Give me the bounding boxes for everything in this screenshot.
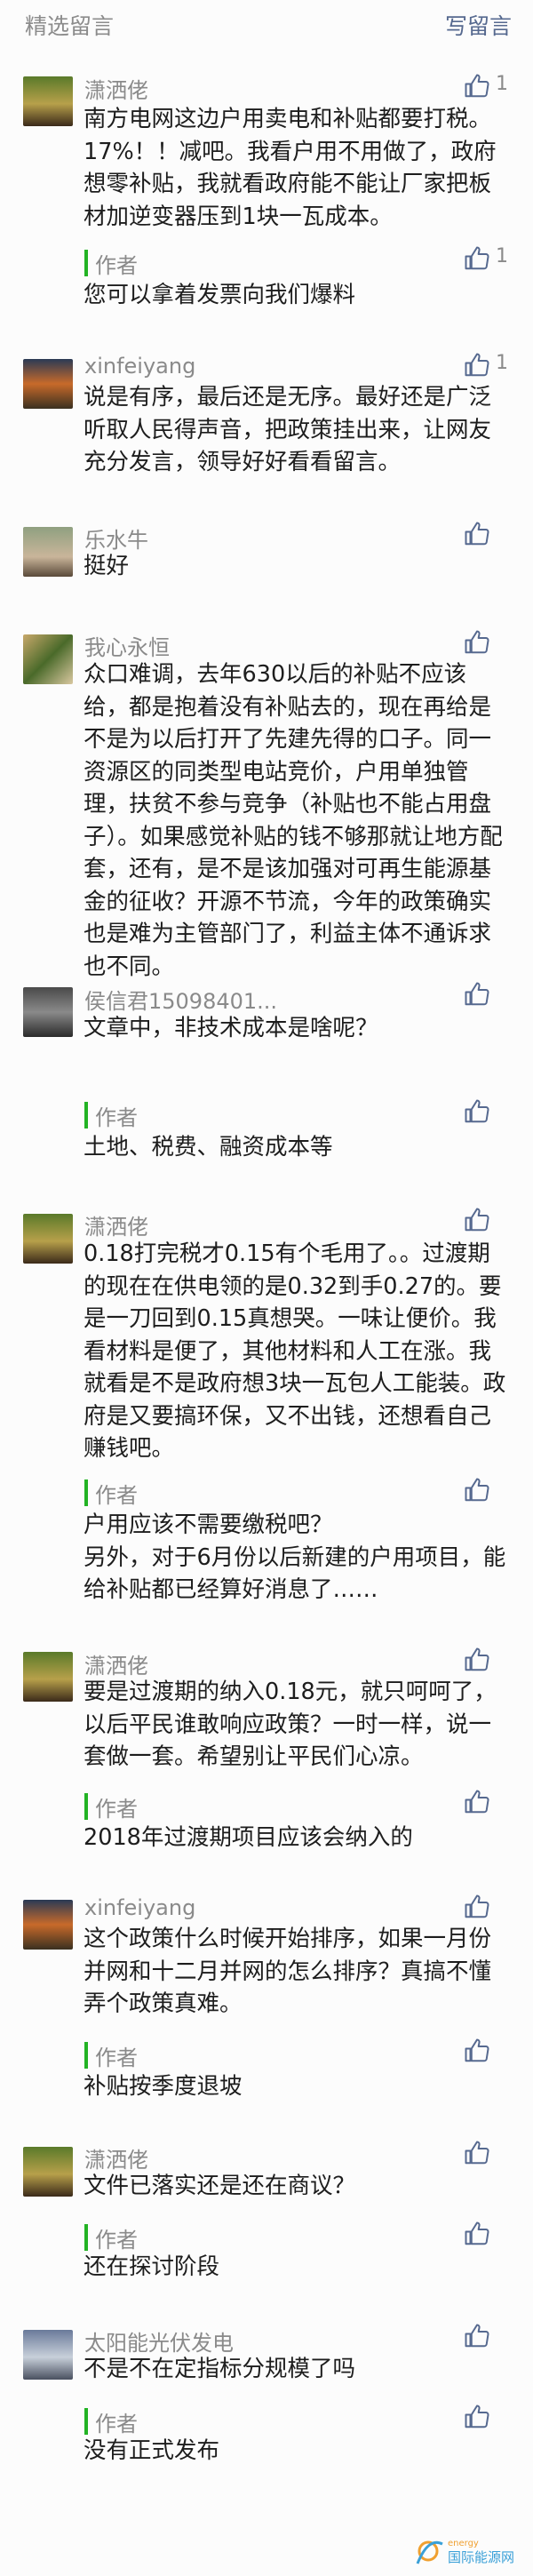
watermark-text: 国际能源网	[448, 2549, 514, 2565]
author-label: 作者	[95, 253, 138, 278]
comment-text: 要是过渡期的纳入0.18元，就只呵呵了，以后平民谁敢响应政策？一时一样，说一套做…	[84, 1679, 497, 1770]
watermark-brand: energy	[448, 2539, 479, 2548]
like-icon[interactable]	[464, 1207, 490, 1233]
author-reply-bar	[84, 1793, 88, 1820]
author-reply-text: 户用应该不需要缴税吧？ 另外，对于6月份以后新建的户用项目，能给补贴都已经算好消…	[84, 1511, 506, 1603]
comment-text: 不是不在定指标分规模了吗	[84, 2356, 356, 2382]
comment-text: 文件已落实还是还在商议？	[84, 2173, 356, 2199]
commenter-name[interactable]: 太阳能光伏发电	[84, 2325, 234, 2357]
like-icon[interactable]	[464, 1789, 490, 1815]
author-label: 作者	[95, 2046, 138, 2070]
author-reply-bar	[84, 250, 88, 276]
commenter-name[interactable]: 潇洒佬	[84, 1209, 148, 1240]
avatar[interactable]	[23, 359, 73, 409]
author-reply-bar	[84, 1479, 88, 1506]
author-label: 作者	[95, 1797, 138, 1822]
commenter-name[interactable]: 乐水牛	[84, 522, 148, 554]
like-icon[interactable]	[464, 981, 490, 1008]
comment-text: 这个政策什么时候开始排序，如果一月份并网和十二月并网的怎么排序？真搞不懂弄个政策…	[84, 1926, 492, 2017]
author-reply-bar	[84, 2042, 88, 2069]
reply-like-count: 1	[496, 245, 508, 267]
author-reply-text: 补贴按季度退坡	[84, 2073, 243, 2100]
like-icon[interactable]	[464, 2140, 490, 2166]
author-reply-text: 没有正式发布	[84, 2437, 220, 2464]
author-reply-text: 还在探讨阶段	[84, 2253, 220, 2280]
avatar[interactable]	[23, 527, 73, 577]
like-icon[interactable]	[464, 245, 490, 272]
comment-text: 众口难调，去年630以后的补贴不应该给，都是抱着没有补贴去的，现在再给是不是为以…	[84, 661, 503, 980]
avatar[interactable]	[23, 634, 73, 684]
commenter-name[interactable]: xinfeiyang	[84, 354, 195, 379]
comment-text: 挺好	[84, 553, 130, 579]
like-icon[interactable]	[464, 2404, 490, 2430]
comments-header: 精选留言 写留言	[0, 0, 533, 52]
like-icon[interactable]	[464, 1098, 490, 1125]
author-reply-text: 2018年过渡期项目应该会纳入的	[84, 1824, 413, 1851]
like-icon[interactable]	[464, 2221, 490, 2247]
energy-watermark-logo: energy 国际能源网	[409, 2528, 533, 2572]
like-icon[interactable]	[464, 1647, 490, 1673]
commenter-name[interactable]: 潇洒佬	[84, 2142, 148, 2173]
comment-text: 说是有序，最后还是无序。最好还是广泛听取人民得声音，把政策挂出来，让网友充分发言…	[84, 384, 492, 475]
comment-text: 0.18打完税才0.15有个毛用了。。过渡期的现在在供电领的是0.32到手0.2…	[84, 1240, 506, 1462]
avatar[interactable]	[23, 2330, 73, 2380]
commenter-name[interactable]: 潇洒佬	[84, 1648, 148, 1679]
commenter-name[interactable]: 侯信君15098401...	[84, 984, 277, 1015]
like-icon[interactable]	[464, 352, 490, 379]
write-comment-link[interactable]: 写留言	[445, 9, 512, 41]
comment-text: 文章中，非技术成本是啥呢？	[84, 1015, 378, 1041]
commenter-name[interactable]: 潇洒佬	[84, 73, 148, 104]
author-reply-bar	[84, 2408, 88, 2435]
like-icon[interactable]	[464, 521, 490, 547]
like-count: 1	[496, 73, 508, 95]
like-icon[interactable]	[464, 2038, 490, 2064]
author-label: 作者	[95, 1483, 138, 1508]
avatar[interactable]	[23, 1214, 73, 1264]
commenter-name[interactable]: 我心永恒	[84, 630, 170, 661]
like-icon[interactable]	[464, 1477, 490, 1503]
like-icon[interactable]	[464, 2323, 490, 2349]
author-reply-text: 您可以拿着发票向我们爆料	[84, 282, 356, 308]
avatar[interactable]	[23, 1900, 73, 1950]
avatar[interactable]	[23, 987, 73, 1037]
author-label: 作者	[95, 1105, 138, 1130]
author-label: 作者	[95, 2228, 138, 2253]
author-reply-text: 土地、税费、融资成本等	[84, 1134, 333, 1160]
like-count: 1	[496, 352, 508, 374]
author-reply-bar	[84, 2224, 88, 2251]
avatar[interactable]	[23, 76, 73, 126]
like-icon[interactable]	[464, 73, 490, 100]
selected-comments-title: 精选留言	[25, 13, 115, 39]
like-icon[interactable]	[464, 629, 490, 656]
like-icon[interactable]	[464, 1894, 490, 1920]
commenter-name[interactable]: xinfeiyang	[84, 1895, 195, 1920]
comment-text: 南方电网这边户用卖电和补贴都要打税。17%！！减吧。我看户用不用做了，政府想零补…	[84, 106, 497, 230]
avatar[interactable]	[23, 2147, 73, 2197]
author-label: 作者	[95, 2412, 138, 2436]
author-reply-bar	[84, 1102, 88, 1128]
avatar[interactable]	[23, 1652, 73, 1702]
